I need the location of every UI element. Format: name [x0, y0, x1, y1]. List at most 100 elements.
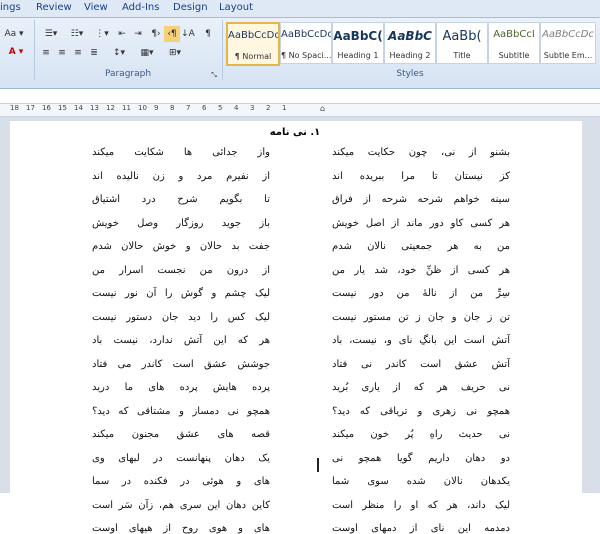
poem-line: یک دهان پنهانست در لبهای وی — [92, 452, 270, 464]
poem-line: یکدهان نالان شده سوی شما — [332, 476, 510, 487]
bullets-button[interactable]: ☰▾ — [38, 26, 64, 42]
style-name: Subtitle — [498, 51, 530, 60]
text-cursor — [317, 458, 319, 472]
sort-button[interactable]: ↓A — [180, 26, 196, 42]
indent-marker-icon[interactable]: ⌂ — [320, 104, 325, 113]
poem-line: هر کسی کاو دور ماند از اصل خویش — [332, 217, 510, 229]
poem-line: باز جوید روزگار وصل خویش — [92, 217, 270, 229]
change-case-button[interactable]: Aa ▾ — [0, 26, 28, 42]
style-preview: AaBb( — [442, 29, 482, 44]
poem-line: آتش است این بانگِ نای و، نیست، باد — [332, 335, 510, 346]
poem-line: سِرِّ من از نالهٔ من دور نیست — [332, 288, 510, 299]
tab-view[interactable]: View — [84, 2, 108, 13]
ruler-tick: 16 — [42, 104, 51, 112]
ruler-tick: 5 — [218, 104, 223, 112]
poem-line: آتش عشق است کاندر نی فتاد — [332, 358, 510, 370]
ribbon: ings Review View Add-Ins Design Layout A… — [0, 0, 600, 89]
poem-line: جوشش عشق است کاندر می فتاد — [92, 358, 270, 370]
poem-line: لیک چشم و گوش را آن نور نیست — [92, 288, 270, 299]
ruler-tick: 7 — [186, 104, 191, 112]
poem-line: هر که این آتش ندارد، نیست باد — [92, 335, 270, 346]
align-center-button[interactable]: ≡ — [54, 45, 70, 61]
rtl-button[interactable]: ‹¶ — [164, 26, 180, 42]
style-subtitle[interactable]: AaBbCcI Subtitle — [488, 22, 540, 64]
paragraph-dialog-launcher-icon[interactable]: ⤡ — [208, 69, 220, 81]
style-title[interactable]: AaBb( Title — [436, 22, 488, 64]
style-heading-1[interactable]: AaBbC( Heading 1 — [332, 22, 384, 64]
poem-line: تا بگویم شرح درد اشتیاق — [92, 194, 270, 205]
style-preview: AaBbCcDc — [542, 29, 594, 40]
ruler-tick: 3 — [250, 104, 255, 112]
poem-line: سینه خواهم شرحه شرحه از فراق — [332, 194, 510, 205]
align-right-button[interactable]: ≡ — [70, 45, 86, 61]
poem-line: بشنو از نی، چون حکایت میکند — [332, 147, 510, 158]
shading-button[interactable]: ▦▾ — [134, 45, 160, 61]
ribbon-tabs: ings Review View Add-Ins Design Layout — [0, 0, 600, 18]
ruler-tick: 13 — [90, 104, 99, 112]
borders-button[interactable]: ⊞▾ — [162, 45, 188, 61]
group-separator — [222, 20, 223, 80]
tab-design[interactable]: Design — [173, 2, 208, 13]
tab-add-ins[interactable]: Add-Ins — [122, 2, 159, 13]
style-name: Heading 2 — [389, 51, 431, 60]
ruler-tick: 4 — [234, 104, 239, 112]
poem-line: لیک کس را دید جان دستور نیست — [92, 311, 270, 323]
numbering-button[interactable]: ☷▾ — [64, 26, 90, 42]
style-subtle-emphasis[interactable]: AaBbCcDc Subtle Em... — [540, 22, 596, 64]
ruler-tick: 2 — [266, 104, 271, 112]
style-preview: AaBbCcDc — [228, 30, 278, 41]
increase-indent-button[interactable]: ⇥ — [130, 26, 146, 42]
justify-button[interactable]: ≣ — [86, 45, 102, 61]
poem-line: پرده هایش پرده های ما درید — [92, 382, 270, 393]
ruler-tick: 10 — [138, 104, 147, 112]
show-formatting-button[interactable]: ¶ — [200, 26, 216, 42]
ruler-tick: 12 — [106, 104, 115, 112]
ruler-tick: 9 — [154, 104, 159, 112]
ruler-tick: 8 — [170, 104, 175, 112]
ruler-tick: 1 — [282, 104, 287, 112]
ruler-tick: 15 — [58, 104, 67, 112]
style-normal[interactable]: AaBbCcDc ¶ Normal — [226, 22, 280, 66]
horizontal-ruler[interactable]: 18 17 16 15 14 13 12 11 10 9 8 7 6 5 4 3… — [0, 103, 600, 117]
line-spacing-button[interactable]: ↕▾ — [106, 45, 132, 61]
ruler-tick: 18 — [10, 104, 19, 112]
ruler-tick: 14 — [74, 104, 83, 112]
poem-line: واز جدائی ها شکایت میکند — [92, 147, 270, 158]
style-no-spacing[interactable]: AaBbCcDc ¶ No Spaci... — [280, 22, 332, 64]
poem-line: دو دهان داریم گویا همچو نی — [332, 452, 510, 464]
style-preview: AaBbC — [388, 29, 432, 43]
poem-line: تن ز جان و جان ز تن مستور نیست — [332, 311, 510, 323]
style-name: ¶ No Spaci... — [281, 51, 331, 60]
styles-group-label: Styles — [396, 69, 424, 79]
poem-line: از نفیرم مرد و زن نالیده اند — [92, 170, 270, 182]
poem-line: هر کسی از ظنِّ خود، شد یار من — [332, 264, 510, 276]
ruler-tick: 6 — [202, 104, 207, 112]
poem-heading: ۱. نی نامه — [269, 127, 321, 138]
multilevel-list-button[interactable]: ⋮▾ — [90, 26, 114, 42]
style-preview: AaBbCcI — [493, 29, 535, 40]
style-preview: AaBbCcDc — [281, 29, 331, 40]
decrease-indent-button[interactable]: ⇤ — [114, 26, 130, 42]
poem-line: های و هوی روح از هیهای اوست — [92, 523, 270, 534]
group-separator — [34, 20, 35, 80]
tab-review[interactable]: Review — [36, 2, 72, 13]
poem-line: قصه های عشق مجنون میکند — [92, 429, 270, 440]
style-preview: AaBbC( — [333, 29, 383, 43]
poem-line: از درون من نجست اسرار من — [92, 264, 270, 276]
font-color-button[interactable]: A ▾ — [0, 44, 32, 60]
poem-line: دمدمه این نای از دمهای اوست — [332, 523, 510, 534]
poem-line: های و هوئی در فکنده در سما — [92, 476, 270, 487]
align-left-button[interactable]: ≡ — [38, 45, 54, 61]
poem-line: نی حدیث راهِ پُر خون میکند — [332, 429, 510, 440]
style-name: Heading 1 — [337, 51, 379, 60]
tab-mailings[interactable]: ings — [0, 2, 21, 13]
poem-line: همچو نی دمساز و مشتاقی که دید؟ — [92, 405, 270, 417]
tab-layout[interactable]: Layout — [219, 2, 253, 13]
ltr-button[interactable]: ¶› — [148, 26, 164, 42]
style-name: Title — [453, 51, 471, 60]
style-name: Subtle Em... — [543, 51, 593, 60]
poem-line: من به هر جمعیتی نالان شدم — [332, 241, 510, 252]
ruler-tick: 17 — [26, 104, 35, 112]
ruler-tick: 11 — [122, 104, 131, 112]
style-heading-2[interactable]: AaBbC Heading 2 — [384, 22, 436, 64]
